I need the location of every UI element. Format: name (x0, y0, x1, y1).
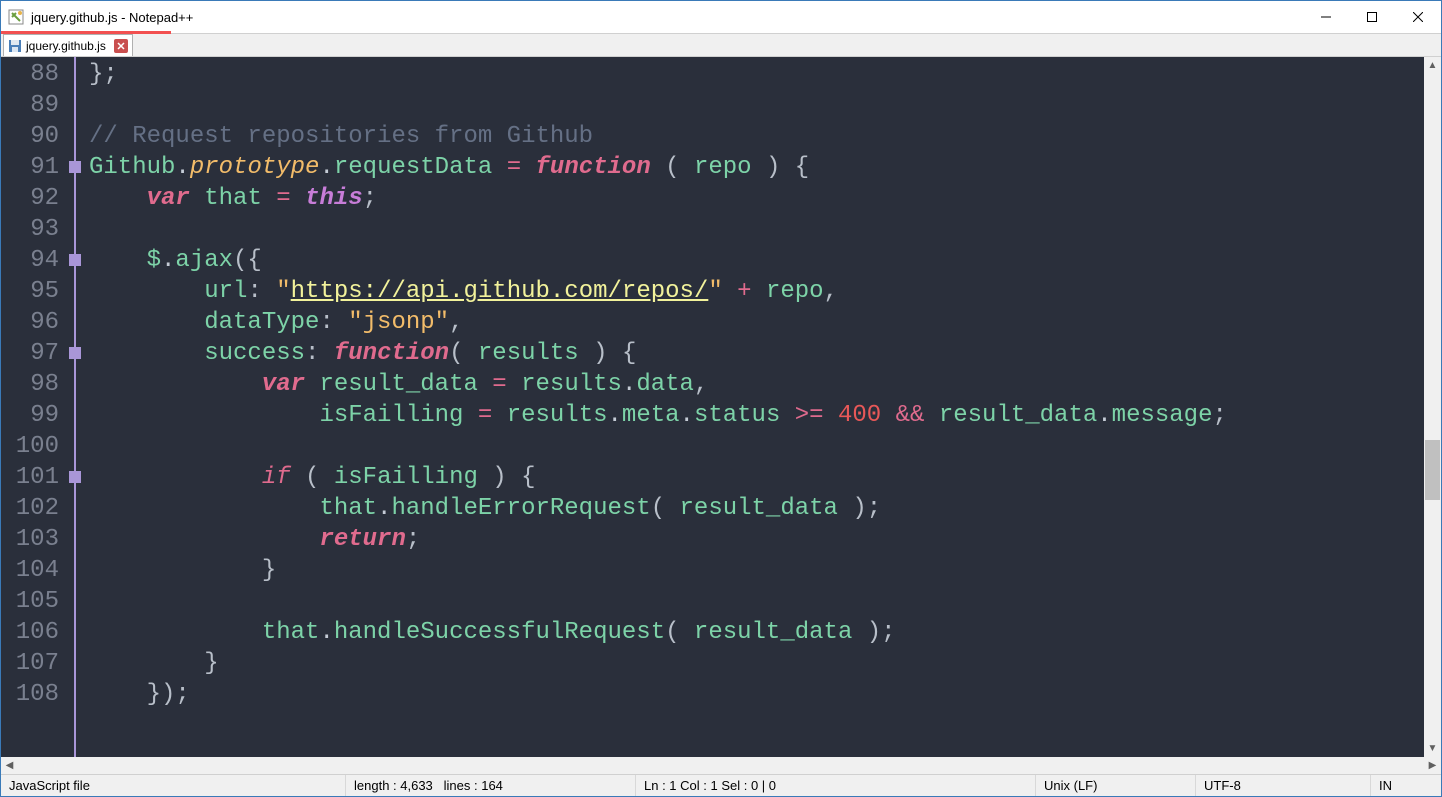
scroll-track[interactable] (1424, 74, 1441, 740)
file-tab[interactable]: jquery.github.js (3, 34, 133, 56)
code-line[interactable] (89, 214, 1424, 245)
code-line[interactable]: }; (89, 59, 1424, 90)
scroll-left-icon[interactable]: ◀ (1, 757, 18, 774)
status-length: length : 4,633 lines : 164 (346, 775, 636, 796)
scroll-down-icon[interactable]: ▼ (1424, 740, 1441, 757)
line-number-gutter: 8889909192939495969798991001011021031041… (1, 57, 67, 757)
line-number: 96 (1, 307, 59, 338)
fold-marker[interactable] (69, 254, 81, 266)
line-number: 98 (1, 369, 59, 400)
code-line[interactable]: return; (89, 524, 1424, 555)
line-number: 99 (1, 400, 59, 431)
tab-filename: jquery.github.js (26, 39, 106, 53)
status-bar: JavaScript file length : 4,633 lines : 1… (1, 774, 1441, 796)
hscroll-track[interactable] (18, 757, 1424, 774)
status-position: Ln : 1 Col : 1 Sel : 0 | 0 (636, 775, 1036, 796)
line-number: 102 (1, 493, 59, 524)
scroll-up-icon[interactable]: ▲ (1424, 57, 1441, 74)
fold-marker[interactable] (69, 471, 81, 483)
line-number: 107 (1, 648, 59, 679)
editor: 8889909192939495969798991001011021031041… (1, 57, 1441, 757)
scroll-right-icon[interactable]: ▶ (1424, 757, 1441, 774)
window-titlebar: jquery.github.js - Notepad++ (1, 1, 1441, 33)
fold-marker[interactable] (69, 161, 81, 173)
code-line[interactable]: dataType: "jsonp", (89, 307, 1424, 338)
line-number: 94 (1, 245, 59, 276)
status-insert-mode: IN (1371, 775, 1441, 796)
line-number: 97 (1, 338, 59, 369)
code-line[interactable]: } (89, 648, 1424, 679)
line-number: 92 (1, 183, 59, 214)
line-number: 90 (1, 121, 59, 152)
line-number: 108 (1, 679, 59, 710)
code-line[interactable] (89, 90, 1424, 121)
code-area[interactable]: }; // Request repositories from GithubGi… (89, 57, 1424, 757)
line-number: 103 (1, 524, 59, 555)
line-number: 105 (1, 586, 59, 617)
line-number: 89 (1, 90, 59, 121)
maximize-button[interactable] (1349, 1, 1395, 33)
code-line[interactable]: } (89, 555, 1424, 586)
code-line[interactable]: }); (89, 679, 1424, 710)
line-number: 88 (1, 59, 59, 90)
code-line[interactable]: $.ajax({ (89, 245, 1424, 276)
vertical-scrollbar[interactable]: ▲ ▼ (1424, 57, 1441, 757)
status-language: JavaScript file (1, 775, 346, 796)
line-number: 106 (1, 617, 59, 648)
fold-marker[interactable] (69, 347, 81, 359)
code-line[interactable]: var result_data = results.data, (89, 369, 1424, 400)
window-title: jquery.github.js - Notepad++ (31, 10, 193, 25)
status-eol: Unix (LF) (1036, 775, 1196, 796)
minimize-button[interactable] (1303, 1, 1349, 33)
code-line[interactable]: that.handleSuccessfulRequest( result_dat… (89, 617, 1424, 648)
line-number: 101 (1, 462, 59, 493)
code-line[interactable]: var that = this; (89, 183, 1424, 214)
code-line[interactable]: isFailling = results.meta.status >= 400 … (89, 400, 1424, 431)
code-line[interactable]: url: "https://api.github.com/repos/" + r… (89, 276, 1424, 307)
scroll-thumb[interactable] (1425, 440, 1440, 500)
line-number: 91 (1, 152, 59, 183)
line-number: 95 (1, 276, 59, 307)
code-line[interactable]: if ( isFailling ) { (89, 462, 1424, 493)
close-tab-icon[interactable] (114, 39, 128, 53)
window-controls (1303, 1, 1441, 33)
horizontal-scrollbar[interactable]: ◀ ▶ (1, 757, 1441, 774)
code-line[interactable] (89, 586, 1424, 617)
line-number: 93 (1, 214, 59, 245)
code-line[interactable]: that.handleErrorRequest( result_data ); (89, 493, 1424, 524)
line-number: 104 (1, 555, 59, 586)
status-encoding: UTF-8 (1196, 775, 1371, 796)
save-icon (8, 39, 22, 53)
code-line[interactable]: // Request repositories from Github (89, 121, 1424, 152)
fold-column[interactable] (67, 57, 89, 757)
code-line[interactable]: success: function( results ) { (89, 338, 1424, 369)
tab-bar: jquery.github.js (1, 33, 1441, 57)
code-line[interactable] (89, 431, 1424, 462)
code-line[interactable]: Github.prototype.requestData = function … (89, 152, 1424, 183)
line-number: 100 (1, 431, 59, 462)
app-icon (7, 8, 25, 26)
close-button[interactable] (1395, 1, 1441, 33)
